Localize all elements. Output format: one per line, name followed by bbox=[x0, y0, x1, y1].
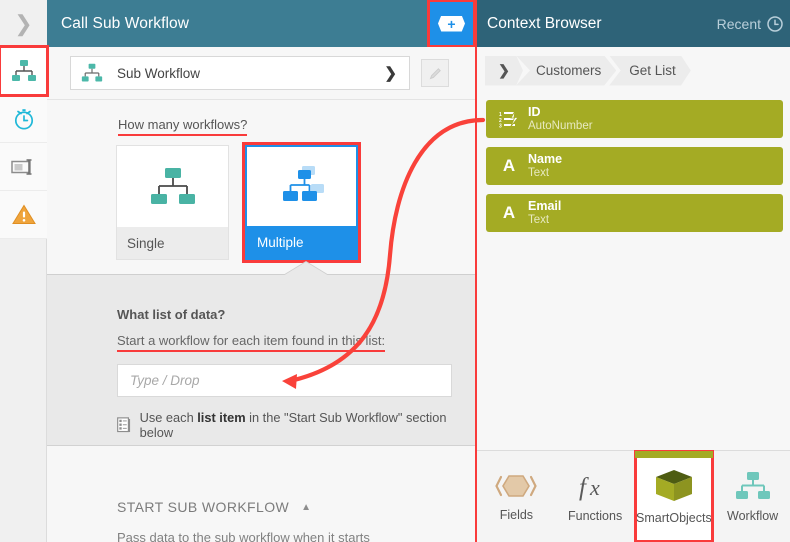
text-a-icon: A bbox=[502, 203, 516, 222]
text-a-icon: A bbox=[502, 156, 516, 175]
start-sub-workflow-title: START SUB WORKFLOW bbox=[117, 499, 290, 515]
edit-sub-workflow-button[interactable] bbox=[421, 59, 449, 87]
list-item-note: Use each list item in the "Start Sub Wor… bbox=[117, 410, 475, 440]
field-item-id[interactable]: 1 2 3 ID AutoNumber bbox=[486, 100, 783, 138]
sub-workflow-dropdown[interactable]: Sub Workflow ❯ bbox=[70, 56, 410, 90]
sidebar-item-workflow[interactable] bbox=[0, 45, 49, 97]
chevron-down-icon: ❯ bbox=[384, 65, 397, 82]
sidebar-item-form[interactable] bbox=[0, 143, 47, 191]
rail-icon-list bbox=[0, 45, 49, 239]
tab-label: SmartObjects bbox=[636, 510, 712, 525]
plus-hexagon-icon: + bbox=[438, 15, 465, 32]
tab-label: Functions bbox=[568, 508, 623, 523]
option-multiple-label: Multiple bbox=[247, 226, 356, 258]
field-text-name: Name Text bbox=[522, 152, 562, 180]
field-type: AutoNumber bbox=[528, 119, 593, 132]
tab-label: Workflow bbox=[727, 508, 779, 523]
chevron-right-icon: ❯ bbox=[14, 10, 33, 36]
single-workflow-icon bbox=[150, 167, 195, 204]
add-button[interactable]: + bbox=[427, 0, 476, 48]
field-name: Email bbox=[528, 199, 562, 214]
breadcrumb: ❯ Customers Get List bbox=[477, 47, 790, 94]
rail-collapse-toggle[interactable]: ❯ bbox=[0, 0, 47, 47]
cube-icon bbox=[655, 469, 692, 501]
field-name: Name bbox=[528, 152, 563, 167]
form-input-icon bbox=[10, 158, 31, 175]
recent-button[interactable]: Recent bbox=[717, 0, 783, 47]
chevron-down-icon: ❯ bbox=[498, 62, 510, 78]
how-many-workflows-label: How many workflows? bbox=[118, 117, 248, 136]
how-many-workflows-card: How many workflows? Single Multiple bbox=[47, 99, 475, 275]
breadcrumb-dropdown-toggle[interactable]: ❯ bbox=[485, 55, 523, 86]
context-browser-title: Context Browser bbox=[487, 14, 602, 32]
autonumber-list-icon: 1 2 3 bbox=[496, 110, 522, 128]
workflow-count-options: Single Multiple bbox=[116, 142, 361, 263]
option-single-label: Single bbox=[117, 227, 228, 259]
fields-hexagon-icon bbox=[495, 474, 538, 497]
sub-workflow-selector-row: Sub Workflow ❯ bbox=[47, 47, 475, 99]
clock-icon bbox=[767, 15, 783, 32]
workflow-hierarchy-icon bbox=[81, 63, 103, 82]
workflow-hierarchy-icon bbox=[735, 471, 770, 499]
field-item-name[interactable]: A Name Text bbox=[486, 147, 783, 185]
main-panel-header: Call Sub Workflow + bbox=[47, 0, 476, 48]
tab-functions[interactable]: f x Functions bbox=[556, 451, 635, 542]
start-sub-workflow-subtitle: Pass data to the sub workflow when it st… bbox=[117, 530, 370, 542]
field-type: Text bbox=[528, 166, 550, 179]
svg-text:f: f bbox=[579, 474, 589, 501]
list-drop-placeholder: Type / Drop bbox=[130, 373, 200, 388]
workflow-hierarchy-icon bbox=[11, 59, 36, 81]
pencil-icon bbox=[429, 67, 441, 79]
sub-workflow-dropdown-value: Sub Workflow bbox=[117, 65, 201, 81]
multiple-workflow-art bbox=[247, 147, 356, 226]
caret-up-icon: ▲ bbox=[301, 501, 312, 513]
tab-workflow[interactable]: Workflow bbox=[713, 451, 790, 542]
timer-clock-icon bbox=[14, 108, 33, 130]
app-root: ❯ Call Sub Workflow + Sub Workflow ❯ How… bbox=[0, 0, 790, 542]
what-list-of-data-subtitle: Start a workflow for each item found in … bbox=[117, 333, 386, 352]
start-sub-workflow-section: START SUB WORKFLOW ▲ Pass data to the su… bbox=[47, 445, 475, 542]
what-list-of-data-title: What list of data? bbox=[117, 307, 226, 322]
svg-text:x: x bbox=[589, 475, 600, 500]
what-list-of-data-section: What list of data? Start a workflow for … bbox=[47, 262, 475, 445]
single-workflow-art bbox=[117, 146, 228, 227]
field-list: 1 2 3 ID AutoNumber A Name Text A Email … bbox=[477, 100, 790, 241]
field-type: Text bbox=[528, 213, 550, 226]
left-rail: ❯ bbox=[0, 0, 49, 542]
list-item-note-text: Use each list item in the "Start Sub Wor… bbox=[132, 410, 475, 440]
fx-icon: f x bbox=[579, 474, 600, 501]
svg-text:3: 3 bbox=[499, 124, 502, 129]
field-text-id: ID AutoNumber bbox=[522, 105, 593, 133]
breadcrumb-item-customers[interactable]: Customers bbox=[516, 55, 617, 86]
context-browser-panel: Context Browser Recent ❯ Customers Get L… bbox=[475, 0, 790, 542]
main-panel: Call Sub Workflow + Sub Workflow ❯ How m… bbox=[47, 0, 476, 542]
note-prefix: Use each bbox=[139, 410, 198, 425]
breadcrumb-item-get-list[interactable]: Get List bbox=[609, 55, 691, 86]
multiple-workflow-icon bbox=[282, 165, 324, 201]
tab-fields[interactable]: Fields bbox=[477, 451, 556, 542]
list-table-icon bbox=[117, 417, 131, 433]
tab-label: Fields bbox=[499, 507, 534, 522]
section-notch bbox=[283, 262, 329, 276]
field-name: ID bbox=[528, 105, 541, 120]
sidebar-item-warning[interactable] bbox=[0, 191, 47, 239]
list-drop-input[interactable]: Type / Drop bbox=[117, 364, 452, 397]
start-sub-workflow-header[interactable]: START SUB WORKFLOW ▲ bbox=[117, 499, 311, 515]
option-multiple[interactable]: Multiple bbox=[242, 142, 361, 263]
recent-label: Recent bbox=[716, 15, 761, 32]
context-browser-header: Context Browser Recent bbox=[477, 0, 790, 47]
note-bold: list item bbox=[197, 410, 246, 425]
tab-smartobjects[interactable]: SmartObjects bbox=[633, 450, 715, 542]
warning-triangle-icon bbox=[11, 204, 36, 224]
sidebar-item-timer[interactable] bbox=[0, 95, 47, 143]
field-text-email: Email Text bbox=[522, 199, 561, 227]
option-single[interactable]: Single bbox=[116, 145, 229, 260]
page-title: Call Sub Workflow bbox=[61, 14, 190, 32]
field-item-email[interactable]: A Email Text bbox=[486, 194, 783, 232]
context-browser-tabs: Fields f x Functions SmartObjects Workfl… bbox=[477, 450, 790, 542]
